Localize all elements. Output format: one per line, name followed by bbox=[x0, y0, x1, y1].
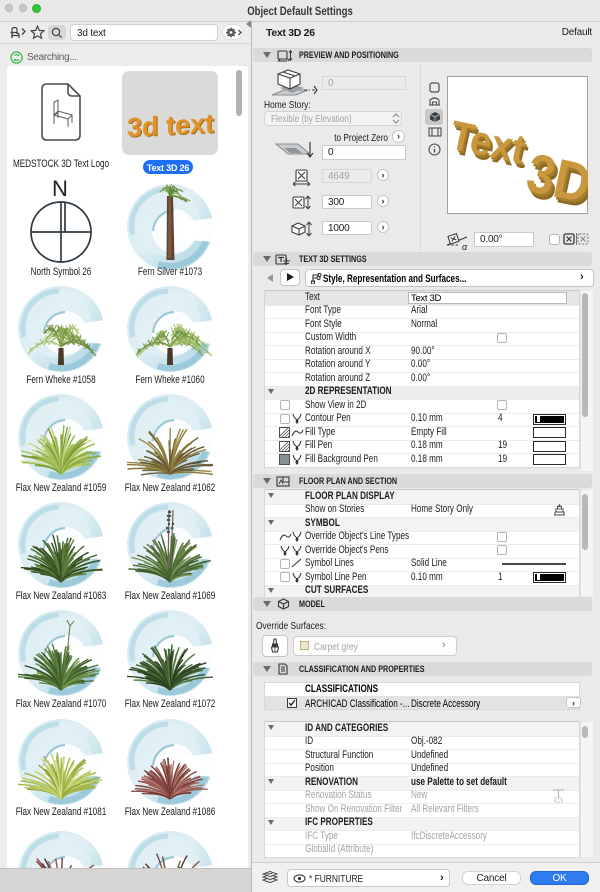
svg-text:3D: 3D bbox=[521, 143, 588, 214]
svg-text:α: α bbox=[462, 242, 468, 251]
svg-text:N: N bbox=[52, 178, 68, 201]
svg-text:3d text: 3d text bbox=[127, 108, 214, 143]
